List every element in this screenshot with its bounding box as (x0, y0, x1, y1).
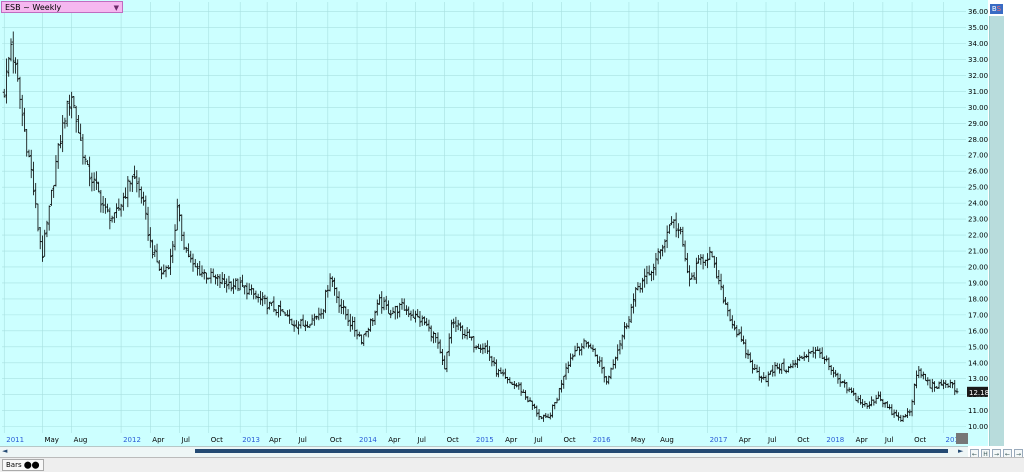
x-tick-label: 2014 (359, 436, 377, 444)
x-tick-label: May (631, 436, 645, 444)
bars-tab[interactable]: Bars ⬤⬤ (2, 459, 44, 471)
y-tick-label: 22.00 (968, 232, 988, 240)
y-tick-label: 35.00 (968, 24, 988, 32)
y-tick-label: 31.00 (968, 88, 988, 96)
y-tick-label: 14.00 (968, 359, 988, 367)
y-tick-label: 13.00 (968, 375, 988, 383)
x-tick-label: 2016 (593, 436, 611, 444)
x-tick-label: Jul (533, 436, 543, 444)
last-price-label: 12.18 (969, 389, 989, 397)
y-tick-label: 19.00 (968, 279, 988, 287)
x-tick-label: Apr (269, 436, 281, 444)
x-tick-label: Oct (564, 436, 576, 444)
last-price-tag: 12.18 (967, 386, 989, 397)
y-tick-label: 15.00 (968, 343, 988, 351)
y-tick-label: 32.00 (968, 72, 988, 80)
y-tick-label: 16.00 (968, 327, 988, 335)
y-tick-label: 36.00 (968, 8, 988, 16)
bottom-toolbar (0, 457, 1024, 472)
y-tick-label: 33.00 (968, 56, 988, 64)
y-tick-label: 10.00 (968, 423, 988, 431)
x-tick-label: Jul (416, 436, 426, 444)
corner-box (956, 433, 968, 444)
x-tick-label: Jul (884, 436, 894, 444)
side-badge-right: S (996, 5, 1002, 13)
y-tick-label: 23.00 (968, 216, 988, 224)
x-tick-label: Jul (767, 436, 777, 444)
x-tick-label: 2013 (242, 436, 260, 444)
chart-canvas[interactable]: 10.0011.0012.0013.0014.0015.0016.0017.00… (0, 0, 1024, 471)
x-tick-label: Apr (505, 436, 517, 444)
x-tick-label: Oct (211, 436, 223, 444)
x-tick-label: Apr (388, 436, 400, 444)
scroll-right-icon[interactable]: ► (958, 447, 963, 455)
x-tick-label: Oct (797, 436, 809, 444)
x-tick-label: 2015 (476, 436, 494, 444)
y-tick-label: 20.00 (968, 263, 988, 271)
x-tick-label: Oct (914, 436, 926, 444)
x-tick-label: Aug (74, 436, 88, 444)
x-tick-label: Aug (660, 436, 674, 444)
y-tick-label: 21.00 (968, 248, 988, 256)
x-tick-label: Jul (181, 436, 191, 444)
symbol-selector[interactable]: ESB ~ Weekly ▼ (1, 1, 123, 13)
x-tick-label: 2017 (710, 436, 728, 444)
x-tick-label: 2011 (6, 436, 24, 444)
x-tick-label: Oct (330, 436, 342, 444)
scroll-left-icon[interactable]: ◄ (2, 447, 7, 455)
y-tick-label: 17.00 (968, 311, 988, 319)
x-tick-label: May (44, 436, 58, 444)
y-tick-label: 18.00 (968, 295, 988, 303)
side-badge[interactable]: BS (990, 4, 1003, 14)
side-scale-strip[interactable] (989, 16, 1004, 446)
x-tick-label: Apr (152, 436, 164, 444)
y-tick-label: 25.00 (968, 184, 988, 192)
symbol-label: ESB ~ Weekly (5, 3, 62, 12)
chevron-down-icon[interactable]: ▼ (114, 2, 119, 14)
scrollbar-thumb[interactable] (195, 449, 948, 453)
x-tick-label: Apr (739, 436, 751, 444)
y-tick-label: 11.00 (968, 407, 988, 415)
price-chart[interactable]: 10.0011.0012.0013.0014.0015.0016.0017.00… (0, 0, 1024, 471)
x-tick-label: Apr (856, 436, 868, 444)
y-tick-label: 30.00 (968, 104, 988, 112)
y-tick-label: 26.00 (968, 168, 988, 176)
y-tick-label: 34.00 (968, 40, 988, 48)
x-tick-label: 2012 (123, 436, 141, 444)
y-tick-label: 27.00 (968, 152, 988, 160)
x-tick-label: Oct (447, 436, 459, 444)
y-tick-label: 28.00 (968, 136, 988, 144)
x-tick-label: 2018 (826, 436, 844, 444)
y-tick-label: 29.00 (968, 120, 988, 128)
y-tick-label: 24.00 (968, 200, 988, 208)
x-tick-label: Jul (297, 436, 307, 444)
